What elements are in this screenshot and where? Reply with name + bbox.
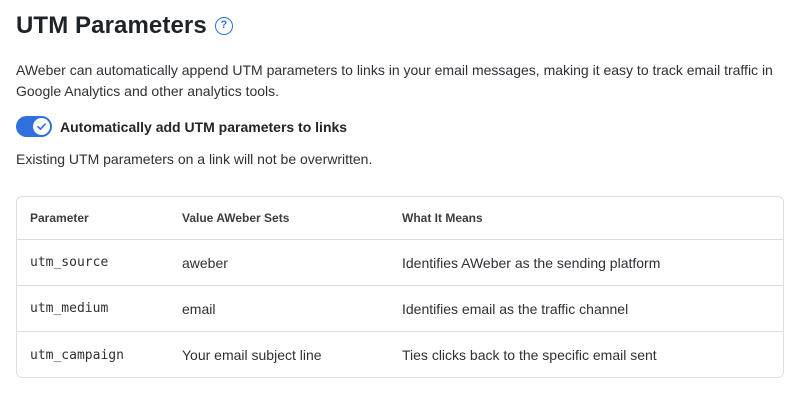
page-title: UTM Parameters	[16, 12, 207, 39]
title-row: UTM Parameters ?	[16, 12, 233, 40]
utm-description: AWeber can automatically append UTM para…	[16, 62, 773, 99]
header-value: Value AWeber Sets	[182, 211, 290, 225]
table-row: utm_campaign Your email subject line Tie…	[17, 332, 783, 377]
table-row: utm_medium email Identifies email as the…	[17, 286, 783, 332]
parameter-cell: utm_campaign	[30, 347, 124, 363]
overwrite-note: Existing UTM parameters on a link will n…	[16, 151, 373, 167]
header-parameter: Parameter	[30, 211, 89, 225]
parameter-cell: utm_medium	[30, 301, 109, 316]
utm-toggle-row: Automatically add UTM parameters to link…	[16, 116, 347, 137]
auto-utm-toggle-label[interactable]: Automatically add UTM parameters to link…	[60, 119, 347, 135]
auto-utm-toggle[interactable]	[16, 116, 52, 137]
help-icon[interactable]: ?	[214, 17, 233, 35]
meaning-cell: Identifies AWeber as the sending platfor…	[402, 254, 661, 271]
table-header-row: Parameter Value AWeber Sets What It Mean…	[17, 197, 783, 240]
header-meaning: What It Means	[402, 211, 483, 225]
utm-parameters-table: Parameter Value AWeber Sets What It Mean…	[16, 196, 784, 378]
check-icon	[37, 123, 46, 130]
meaning-cell: Identifies email as the traffic channel	[402, 300, 629, 317]
utm-settings-panel: UTM Parameters ? AWeber can automaticall…	[0, 0, 809, 402]
value-cell: Your email subject line	[182, 347, 322, 363]
value-cell: aweber	[182, 254, 228, 271]
table-row: utm_source aweber Identifies AWeber as t…	[17, 240, 783, 286]
value-cell: email	[182, 300, 216, 317]
toggle-knob	[33, 118, 50, 135]
meaning-cell: Ties clicks back to the specific email s…	[402, 347, 657, 363]
parameter-cell: utm_source	[30, 255, 109, 270]
